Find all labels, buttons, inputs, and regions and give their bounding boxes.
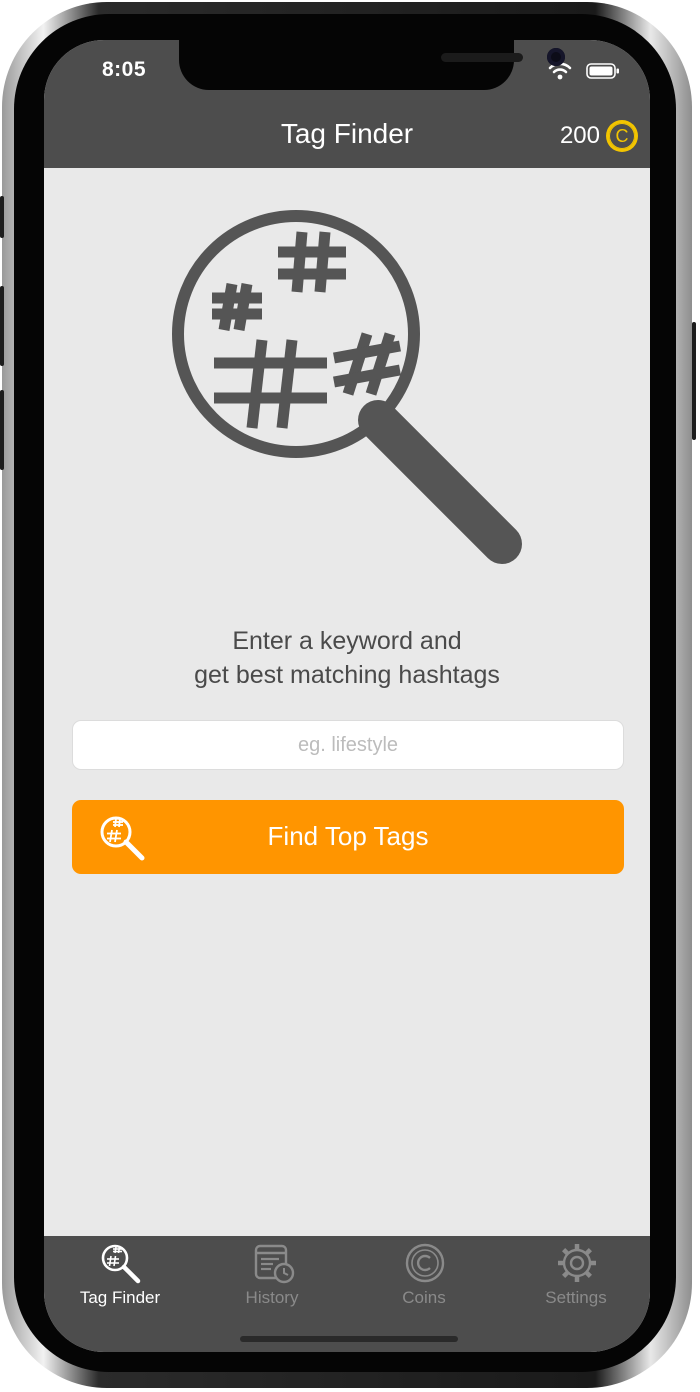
- hashtag-magnifier-icon: [172, 210, 522, 564]
- silent-switch: [0, 196, 4, 238]
- history-icon: [254, 1244, 295, 1284]
- coin-icon: C: [606, 120, 638, 152]
- coins-icon: [405, 1243, 445, 1283]
- tab-label: History: [245, 1288, 299, 1307]
- instruction-line-1: Enter a keyword and: [232, 627, 462, 655]
- tab-bar: Tag Finder History Coins Settings: [44, 1236, 650, 1352]
- notch: [179, 40, 565, 90]
- instruction-text: Enter a keyword and get best matching ha…: [44, 624, 650, 692]
- tab-history[interactable]: History: [196, 1236, 348, 1316]
- tag-finder-icon: [101, 1244, 141, 1284]
- coin-symbol: C: [609, 123, 635, 149]
- find-top-tags-button[interactable]: Find Top Tags: [72, 800, 624, 874]
- speaker: [441, 53, 523, 62]
- tab-coins[interactable]: Coins: [348, 1236, 500, 1316]
- instruction-line-2: get best matching hashtags: [194, 661, 500, 689]
- volume-up-button: [0, 286, 4, 366]
- front-camera: [547, 48, 565, 66]
- find-button-label: Find Top Tags: [267, 821, 429, 851]
- coin-balance[interactable]: 200 C: [560, 120, 638, 152]
- navigation-bar: Tag Finder 200 C: [44, 118, 650, 168]
- battery-icon: [586, 63, 619, 79]
- screen: 8:05 Tag Finder 200 C Enter a keyword an…: [44, 40, 650, 1352]
- keyword-input[interactable]: [72, 720, 624, 770]
- tab-label: Settings: [545, 1288, 607, 1307]
- settings-icon: [558, 1244, 596, 1282]
- tab-label: Tag Finder: [79, 1288, 161, 1307]
- home-indicator: [240, 1336, 458, 1342]
- volume-down-button: [0, 390, 4, 470]
- tab-settings[interactable]: Settings: [500, 1236, 650, 1316]
- coin-count: 200: [559, 122, 600, 149]
- status-time: 8:05: [102, 58, 147, 81]
- tab-tag-finder[interactable]: Tag Finder: [44, 1236, 196, 1316]
- power-button: [692, 322, 696, 440]
- tab-label: Coins: [402, 1288, 446, 1307]
- hashtag-symbols: [212, 231, 401, 429]
